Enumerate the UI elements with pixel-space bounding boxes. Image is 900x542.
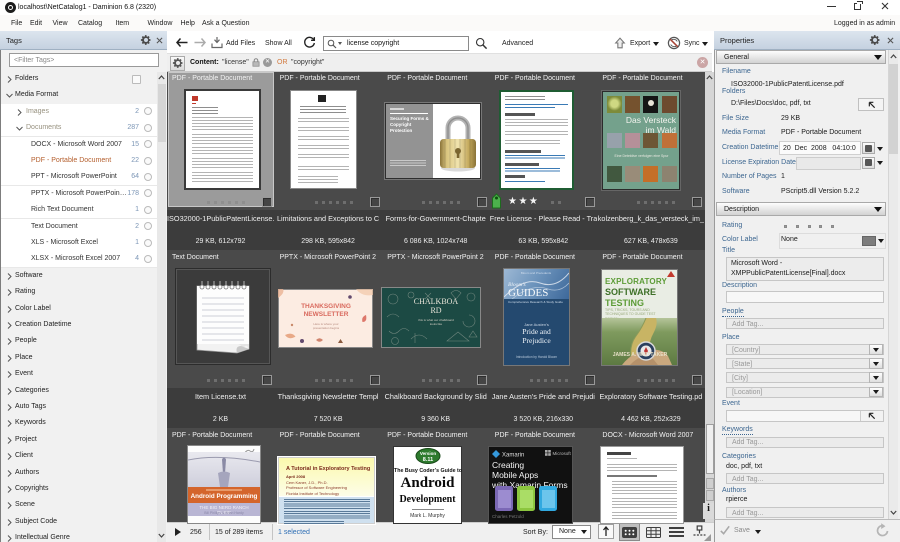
svg-text:Version: Version: [420, 451, 437, 456]
svg-text:8.11: 8.11: [423, 457, 433, 463]
svg-text:Microsoft: Microsoft: [553, 451, 572, 456]
svg-text:Xamarin: Xamarin: [502, 453, 524, 459]
